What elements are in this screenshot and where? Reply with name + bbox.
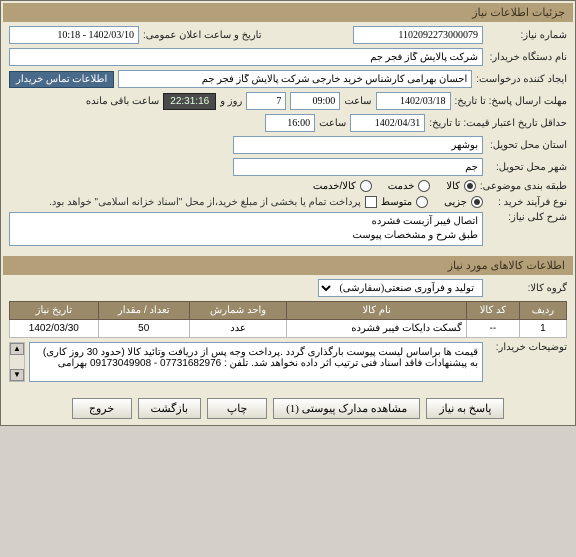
city-label: شهر محل تحویل: bbox=[487, 162, 567, 173]
info-header: جزئیات اطلاعات نیاز bbox=[3, 3, 573, 22]
validity-label: حداقل تاریخ اعتبار قیمت: تا تاریخ: bbox=[429, 118, 567, 129]
col-row: ردیف bbox=[519, 302, 566, 320]
deadline-time-input[interactable] bbox=[290, 92, 340, 110]
announce-input[interactable] bbox=[9, 26, 139, 44]
cell-date: 1402/03/30 bbox=[10, 320, 99, 338]
cell-name: گسکت دایکات فیبر فشرده bbox=[287, 320, 466, 338]
cell-qty: 50 bbox=[98, 320, 189, 338]
col-code: کد کالا bbox=[466, 302, 519, 320]
deadline-label: مهلت ارسال پاسخ: تا تاریخ: bbox=[455, 96, 567, 107]
validity-time-input[interactable] bbox=[265, 114, 315, 132]
buyer-desc-text: قیمت ها براساس لیست پیوست بارگذاری گردد … bbox=[34, 347, 478, 369]
items-table: ردیف کد کالا نام کالا واحد شمارش تعداد /… bbox=[9, 301, 567, 338]
summary-textarea[interactable]: اتصال فیبر آزبست فشرده طبق شرح و مشخصات … bbox=[9, 212, 483, 246]
treasury-checkbox[interactable] bbox=[365, 196, 377, 208]
city-input[interactable] bbox=[233, 158, 483, 176]
group-select[interactable]: تولید و فرآوری صنعتی(سفارشی) bbox=[318, 279, 483, 297]
button-bar: پاسخ به نیاز مشاهده مدارک پیوستی (1) چاپ… bbox=[1, 392, 575, 425]
day-count-input[interactable] bbox=[246, 92, 286, 110]
creator-input[interactable] bbox=[118, 70, 472, 88]
req-no-input[interactable] bbox=[353, 26, 483, 44]
category-label: طبقه بندی موضوعی: bbox=[480, 181, 567, 192]
scroll-down-icon[interactable]: ▼ bbox=[10, 369, 24, 381]
summary-label: شرح کلی نیاز: bbox=[487, 212, 567, 223]
day-label: روز و bbox=[220, 96, 242, 107]
radio-goods[interactable] bbox=[464, 180, 476, 192]
deadline-date-input[interactable] bbox=[376, 92, 451, 110]
info-section: جزئیات اطلاعات نیاز شماره نیاز: تاریخ و … bbox=[3, 3, 573, 254]
items-section: اطلاعات کالاهای مورد نیاز گروه کالا: تول… bbox=[3, 256, 573, 390]
radio-goods-service-label: کالا/خدمت bbox=[313, 181, 356, 192]
creator-label: ایجاد کننده درخواست: bbox=[476, 74, 567, 85]
announce-label: تاریخ و ساعت اعلان عمومی: bbox=[143, 30, 262, 41]
remaining-suffix: ساعت باقی مانده bbox=[86, 96, 159, 107]
radio-service[interactable] bbox=[418, 180, 430, 192]
col-date: تاریخ نیاز bbox=[10, 302, 99, 320]
time-label-1: ساعت bbox=[344, 96, 371, 107]
payment-note: پرداخت تمام یا بخشی از مبلغ خرید،از محل … bbox=[49, 197, 361, 208]
cell-code: -- bbox=[466, 320, 519, 338]
exit-button[interactable]: خروج bbox=[72, 398, 132, 419]
buyer-desc-label: توضیحات خریدار: bbox=[487, 342, 567, 382]
cell-n: 1 bbox=[519, 320, 566, 338]
table-header-row: ردیف کد کالا نام کالا واحد شمارش تعداد /… bbox=[10, 302, 567, 320]
radio-minor[interactable] bbox=[471, 196, 483, 208]
cell-unit: عدد bbox=[189, 320, 287, 338]
req-no-label: شماره نیاز: bbox=[487, 30, 567, 41]
col-name: نام کالا bbox=[287, 302, 466, 320]
main-panel: جزئیات اطلاعات نیاز شماره نیاز: تاریخ و … bbox=[0, 0, 576, 426]
buyer-input[interactable] bbox=[9, 48, 483, 66]
group-label: گروه کالا: bbox=[487, 283, 567, 294]
scroll-up-icon[interactable]: ▲ bbox=[10, 343, 24, 355]
table-row[interactable]: 1 -- گسکت دایکات فیبر فشرده عدد 50 1402/… bbox=[10, 320, 567, 338]
radio-medium[interactable] bbox=[416, 196, 428, 208]
radio-goods-service[interactable] bbox=[360, 180, 372, 192]
time-label-2: ساعت bbox=[319, 118, 346, 129]
category-radio-group: کالا خدمت کالا/خدمت bbox=[313, 180, 476, 192]
col-unit: واحد شمارش bbox=[189, 302, 287, 320]
radio-medium-label: متوسط bbox=[381, 197, 412, 208]
validity-date-input[interactable] bbox=[350, 114, 425, 132]
desc-scrollbar: ▲ ▼ bbox=[9, 342, 25, 382]
print-button[interactable]: چاپ bbox=[207, 398, 267, 419]
buyer-label: نام دستگاه خریدار: bbox=[487, 52, 567, 63]
process-label: نوع فرآیند خرید : bbox=[487, 197, 567, 208]
process-radio-group: جزیی متوسط bbox=[381, 196, 483, 208]
radio-goods-label: کالا bbox=[446, 181, 460, 192]
radio-service-label: خدمت bbox=[388, 181, 415, 192]
contact-buyer-button[interactable]: اطلاعات تماس خریدار bbox=[9, 71, 114, 88]
respond-button[interactable]: پاسخ به نیاز bbox=[426, 398, 504, 419]
attachments-button[interactable]: مشاهده مدارک پیوستی (1) bbox=[273, 398, 420, 419]
col-qty: تعداد / مقدار bbox=[98, 302, 189, 320]
buyer-desc-box[interactable]: قیمت ها براساس لیست پیوست بارگذاری گردد … bbox=[29, 342, 483, 382]
back-button[interactable]: بازگشت bbox=[138, 398, 202, 419]
remaining-time-badge: 22:31:16 bbox=[163, 93, 216, 110]
radio-minor-label: جزیی bbox=[444, 197, 467, 208]
province-label: استان محل تحویل: bbox=[487, 140, 567, 151]
province-input[interactable] bbox=[233, 136, 483, 154]
items-header: اطلاعات کالاهای مورد نیاز bbox=[3, 256, 573, 275]
